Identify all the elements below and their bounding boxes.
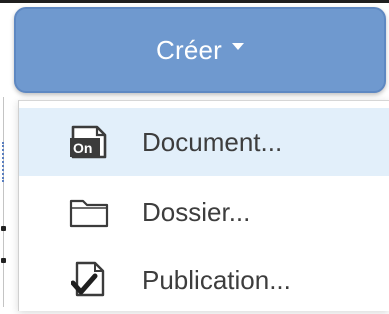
caret-down-icon xyxy=(232,42,244,50)
menu-item-label: Publication... xyxy=(142,264,291,295)
background-divider xyxy=(3,97,4,307)
top-border xyxy=(0,0,389,3)
create-dropdown-menu: On Document... Dossier... Publication... xyxy=(18,100,389,311)
create-button-label: Créer xyxy=(155,34,222,65)
menu-item-label: Document... xyxy=(142,126,283,157)
create-button[interactable]: Créer xyxy=(14,7,386,93)
menu-item-publication[interactable]: Publication... xyxy=(19,246,389,314)
publish-check-icon xyxy=(69,260,109,300)
folder-icon xyxy=(69,192,109,232)
menu-item-document[interactable]: On Document... xyxy=(19,108,389,176)
background-dotted-line xyxy=(2,142,7,182)
background-marker xyxy=(1,226,6,231)
menu-item-folder[interactable]: Dossier... xyxy=(19,178,389,246)
svg-text:On: On xyxy=(73,140,92,156)
menu-item-label: Dossier... xyxy=(142,196,251,227)
onenote-document-icon: On xyxy=(69,122,109,162)
background-marker xyxy=(1,258,6,263)
